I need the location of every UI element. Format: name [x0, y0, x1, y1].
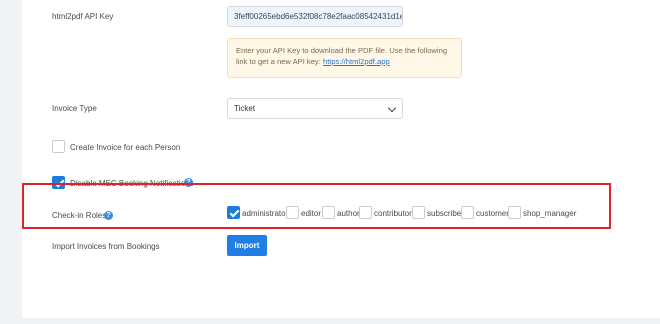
chevron-down-icon [387, 103, 397, 113]
api-key-notice: Enter your API Key to download the PDF f… [227, 38, 462, 78]
create-invoice-label: Create Invoice for each Person [70, 143, 181, 152]
import-invoices-label: Import Invoices from Bookings [52, 242, 160, 251]
invoice-type-select[interactable]: Ticket [227, 98, 403, 119]
invoice-type-label: Invoice Type [52, 104, 97, 113]
highlight-box [22, 183, 611, 229]
api-key-input[interactable]: 3feff00265ebd6e532f08c78e2faac08542431d1… [227, 6, 403, 27]
create-invoice-checkbox[interactable] [52, 140, 65, 153]
api-key-label: html2pdf API Key [52, 12, 114, 21]
invoice-type-value: Ticket [234, 104, 256, 113]
import-button[interactable]: Import [227, 235, 267, 256]
html2pdf-link[interactable]: https://html2pdf.app [323, 57, 390, 66]
